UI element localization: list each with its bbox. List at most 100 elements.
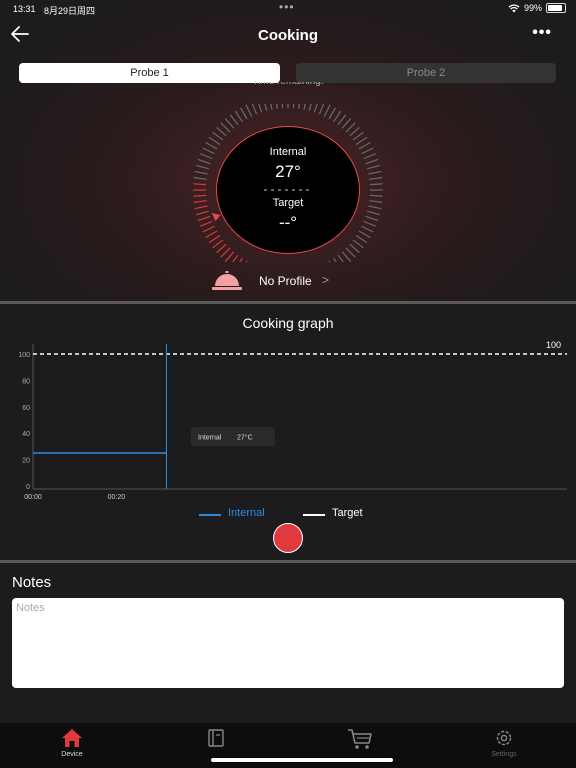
profile-row[interactable]: No Profile > [0,270,576,294]
gauge-tick [333,257,337,262]
gauge-tick [270,104,273,110]
multitask-dots-icon[interactable]: ••• [279,0,295,14]
notes-title: Notes [12,574,52,591]
gauge-tick [369,177,383,180]
gauge-tick [245,104,253,117]
gauge-tick [281,104,284,109]
notes-input[interactable] [12,598,564,688]
gauge-tick [208,235,221,244]
tab-probe-1[interactable]: Probe 1 [19,63,280,83]
gauge-tick [328,260,331,262]
gauge-tick [368,170,382,175]
probe-tabs: Probe 1 Probe 2 [19,63,556,83]
gauge-tick [345,247,356,258]
y-tick-label: 20 [22,458,30,465]
section-divider [0,301,576,304]
gauge-tick [251,104,258,115]
gauge-tick [224,251,235,262]
gauge-tick [220,122,231,133]
gauge-tick [216,126,227,137]
tab-probe-2[interactable]: Probe 2 [296,63,556,83]
y-tick-label: 60 [22,405,30,412]
tab-settings-label: Settings [491,751,517,758]
nav-bar: Cooking ••• [0,22,576,50]
gauge-tick [194,205,208,210]
gauge-tick [202,147,215,155]
gauge-tick [197,158,211,165]
tab-settings[interactable]: Settings [464,728,544,758]
gauge-tick [313,104,318,113]
tooltip-value: 27°C [237,434,253,442]
gauge-tick [349,243,360,254]
gauge-tick [220,247,231,258]
record-button[interactable] [273,523,303,553]
notes-box [12,598,564,688]
tab-recipes[interactable] [176,728,256,751]
gauge-tick [355,136,368,145]
y-tick-label: 80 [22,378,30,385]
tooltip-label: Internal [198,435,222,442]
more-options-icon[interactable]: ••• [532,24,552,42]
gauge-tick [318,104,325,115]
gauge-tick [365,215,379,222]
legend-target-swatch [303,514,325,516]
target-line-label: 100 [546,340,561,350]
graph-title: Cooking graph [242,315,334,331]
gauge-tick [216,243,227,254]
gauge-tick [205,230,218,239]
gauge-tick [193,200,207,203]
cooking-chart: 100 80 60 40 20 0 00:00 00:20 100 Internal 27°C [18,340,567,501]
tab-device[interactable]: Device [32,728,112,758]
gauge-tick [363,220,376,227]
gauge-tick [337,254,345,262]
time-remaining-label: Time remaining: [0,82,576,91]
legend-internal-swatch [199,514,221,516]
status-time: 13:31 [13,4,36,14]
gauge-tick [292,104,295,109]
internal-value: 27° [275,162,301,181]
x-tick-label: 00:00 [24,494,42,501]
gauge-tick [352,239,364,249]
profile-label: No Profile [259,274,312,288]
home-indicator [211,758,393,762]
gauge-tick [369,200,383,203]
section-divider [0,560,576,563]
wifi-icon [508,3,520,12]
battery-icon [546,3,566,13]
gauge-tick [196,210,209,216]
gauge-tick [308,104,312,111]
service-bell-icon [212,271,242,290]
battery-percent: 99% [523,3,542,13]
gauge-tick [369,194,383,197]
gauge-tick [358,141,371,150]
y-tick-label: 0 [26,484,30,491]
gauge-tick [341,251,352,262]
gauge-tick [276,104,278,109]
gauge-tick [193,183,207,186]
gauge-tick [333,110,342,123]
status-date: 8月29日周四 [44,6,96,16]
tab-device-label: Device [61,751,83,758]
gauge-tick [349,126,360,137]
gauge-tick [361,147,374,155]
gauge-tick [328,107,337,120]
gauge-tick [264,104,268,111]
gauge-tick [193,194,207,197]
gauge-tick [196,164,209,170]
gauge-tick [212,239,224,249]
gauge-tick [234,110,243,123]
gauge-tick [337,114,347,126]
gauge-tick [231,254,239,262]
status-right: 99% [508,3,566,13]
gauge-tick [212,131,224,141]
page-title: Cooking [258,27,318,44]
tab-shop[interactable] [320,728,400,753]
gauge-tick [345,122,356,133]
gauge-tick [205,141,218,150]
gauge-tick [202,225,215,233]
gauge-tick [193,177,207,180]
gauge-tick [355,235,368,244]
gauge-tick [258,104,263,113]
gauge-tick [224,118,235,129]
gauge-tick [341,118,352,129]
